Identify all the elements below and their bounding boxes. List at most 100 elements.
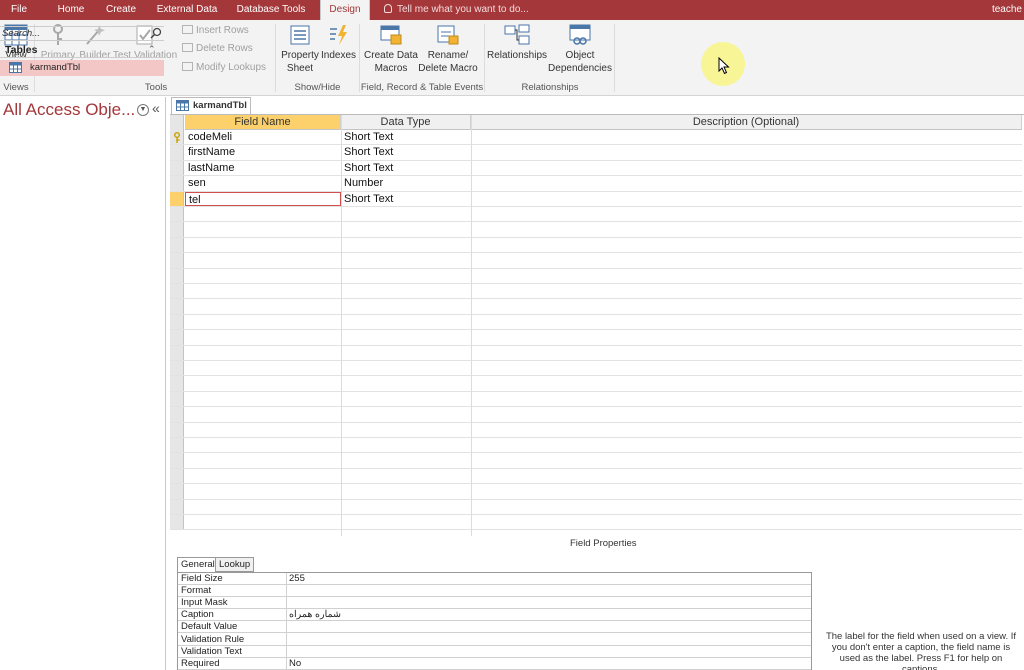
table-row[interactable]: [170, 268, 1022, 284]
row-selector[interactable]: [170, 191, 184, 206]
row-selector[interactable]: [170, 422, 184, 437]
table-row[interactable]: [170, 284, 1022, 300]
property-sheet-button[interactable]: Property Sheet: [278, 24, 322, 75]
create-data-macros-button[interactable]: Create Data Macros: [363, 24, 419, 75]
table-row[interactable]: [170, 237, 1022, 254]
data-type-cell[interactable]: Short Text: [341, 192, 471, 206]
row-selector[interactable]: [170, 176, 184, 191]
table-row[interactable]: [170, 453, 1022, 469]
data-type-cell[interactable]: Number: [341, 176, 471, 190]
data-type-cell[interactable]: Short Text: [341, 130, 471, 144]
row-selector[interactable]: [170, 268, 184, 283]
row-selector[interactable]: [170, 484, 184, 499]
description-cell[interactable]: [471, 176, 1022, 190]
property-row[interactable]: Input Mask: [178, 597, 811, 610]
row-selector[interactable]: [170, 145, 184, 160]
table-row[interactable]: sen Number: [170, 176, 1022, 192]
row-selector[interactable]: [170, 391, 184, 407]
table-row[interactable]: lastName Short Text: [170, 160, 1022, 177]
column-header-description[interactable]: Description (Optional): [471, 115, 1022, 130]
property-row[interactable]: Required No: [178, 658, 811, 670]
column-header-data-type[interactable]: Data Type: [341, 115, 471, 130]
tell-me-box[interactable]: Tell me what you want to do...: [384, 0, 529, 20]
modify-lookups-button[interactable]: Modify Lookups: [182, 60, 266, 76]
property-row[interactable]: Validation Text: [178, 646, 811, 658]
description-cell[interactable]: [471, 145, 1022, 159]
chevron-up-icon[interactable]: ⌃: [148, 44, 156, 55]
table-row[interactable]: [170, 391, 1022, 408]
table-row[interactable]: [170, 299, 1022, 315]
rename-delete-macro-button[interactable]: Rename/ Delete Macro: [418, 24, 478, 75]
description-cell[interactable]: [471, 130, 1022, 144]
description-cell[interactable]: [471, 161, 1022, 175]
field-name-cell[interactable]: firstName: [185, 145, 341, 159]
table-row[interactable]: [170, 314, 1022, 331]
row-selector[interactable]: [170, 361, 184, 376]
row-selector[interactable]: [170, 345, 184, 360]
delete-rows-button[interactable]: Delete Rows: [182, 41, 253, 57]
row-selector[interactable]: [170, 453, 184, 468]
collapse-pane-icon[interactable]: «: [152, 100, 160, 116]
field-name-cell[interactable]: lastName: [185, 161, 341, 175]
table-row[interactable]: [170, 222, 1022, 238]
table-row[interactable]: [170, 376, 1022, 392]
table-row[interactable]: [170, 330, 1022, 346]
nav-section-tables[interactable]: Tables: [0, 42, 164, 58]
table-row[interactable]: [170, 207, 1022, 223]
row-selector[interactable]: [170, 407, 184, 422]
nav-item-karmandtbl[interactable]: karmandTbl: [0, 60, 164, 76]
row-selector[interactable]: [170, 515, 184, 530]
row-selector[interactable]: [170, 284, 184, 299]
row-selector[interactable]: [170, 438, 184, 453]
user-name[interactable]: teache: [992, 0, 1022, 20]
search-icon[interactable]: [150, 27, 162, 39]
table-row[interactable]: [170, 484, 1022, 500]
row-selector[interactable]: [170, 130, 184, 145]
property-row[interactable]: Field Size 255: [178, 573, 811, 586]
tab-external-data[interactable]: External Data: [152, 0, 222, 20]
table-row[interactable]: [170, 407, 1022, 423]
table-row[interactable]: [170, 422, 1022, 438]
table-row[interactable]: tel Short Text: [170, 191, 1022, 207]
row-selector[interactable]: [170, 253, 184, 268]
property-value[interactable]: شماره همراه: [289, 609, 341, 620]
tab-design[interactable]: Design: [320, 0, 370, 20]
tab-file[interactable]: File: [0, 0, 38, 20]
relationships-button[interactable]: Relationships: [486, 24, 548, 62]
row-selector[interactable]: [170, 237, 184, 253]
tab-lookup[interactable]: Lookup: [215, 557, 255, 572]
table-row[interactable]: [170, 253, 1022, 269]
tab-home[interactable]: Home: [50, 0, 92, 20]
table-row[interactable]: firstName Short Text: [170, 145, 1022, 161]
tab-create[interactable]: Create: [100, 0, 142, 20]
row-selector[interactable]: [170, 468, 184, 484]
property-row[interactable]: Default Value: [178, 621, 811, 634]
field-name-cell[interactable]: tel: [185, 191, 341, 206]
field-name-cell[interactable]: codeMeli: [185, 130, 341, 144]
property-value[interactable]: No: [289, 658, 301, 669]
tab-database-tools[interactable]: Database Tools: [232, 0, 310, 20]
table-row[interactable]: [170, 468, 1022, 485]
property-value[interactable]: 255: [289, 573, 305, 584]
field-name-cell[interactable]: sen: [185, 176, 341, 190]
row-selector[interactable]: [170, 160, 184, 176]
row-selector[interactable]: [170, 499, 184, 514]
table-row[interactable]: [170, 438, 1022, 454]
property-row[interactable]: Format: [178, 585, 811, 598]
column-header-field-name[interactable]: Field Name: [185, 115, 341, 130]
table-row[interactable]: [170, 515, 1022, 531]
object-dependencies-button[interactable]: Object Dependencies: [548, 24, 612, 75]
insert-rows-button[interactable]: Insert Rows: [182, 23, 249, 39]
data-type-cell[interactable]: Short Text: [341, 161, 471, 175]
table-row[interactable]: codeMeli Short Text: [170, 130, 1022, 146]
row-selector[interactable]: [170, 330, 184, 345]
table-row[interactable]: [170, 345, 1022, 361]
nav-search-input[interactable]: Search...: [0, 26, 164, 41]
table-row[interactable]: [170, 361, 1022, 377]
row-selector[interactable]: [170, 314, 184, 330]
property-row[interactable]: Caption شماره همراه: [178, 609, 811, 622]
tab-general[interactable]: General: [177, 557, 219, 572]
indexes-button[interactable]: Indexes: [321, 24, 356, 62]
row-selector[interactable]: [170, 207, 184, 222]
row-selector[interactable]: [170, 299, 184, 314]
